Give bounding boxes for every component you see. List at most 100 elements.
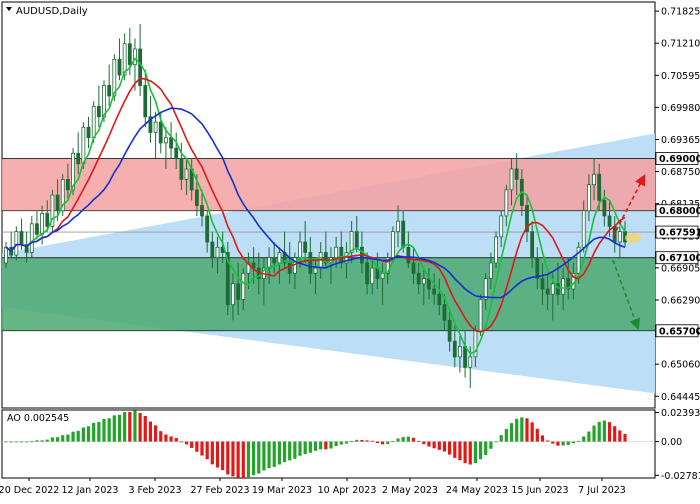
ao-bar-up xyxy=(117,414,122,442)
candle-bear xyxy=(66,179,70,191)
ao-bar-down xyxy=(153,425,158,442)
oscillator-tick-label: 0.023939 xyxy=(661,408,700,419)
ao-bar-up xyxy=(252,441,256,476)
ao-bar-up xyxy=(489,441,493,449)
ao-bar-down xyxy=(138,412,142,442)
candle-bull xyxy=(215,246,220,259)
ao-bar-down xyxy=(607,422,612,442)
x-tick-label: 24 May 2023 xyxy=(446,485,508,496)
candle-bear xyxy=(76,152,81,165)
candle-bull xyxy=(561,278,565,295)
candle-bull xyxy=(488,262,493,279)
candle-bull xyxy=(164,137,168,144)
ao-bar-up xyxy=(14,441,18,443)
ao-bar-down xyxy=(179,441,183,443)
ao-bar-up xyxy=(571,441,576,444)
candle-bear xyxy=(545,288,550,295)
ao-bar-down xyxy=(215,441,220,468)
ao-bar-up xyxy=(19,441,24,443)
x-tick-label: 15 Jun 2023 xyxy=(511,485,568,496)
ao-bar-down xyxy=(556,441,560,446)
ao-bar-up xyxy=(344,441,349,444)
ao-bar-up xyxy=(303,441,307,455)
ao-bar-down xyxy=(525,418,529,442)
x-tick-label: 27 Feb 2023 xyxy=(190,485,249,496)
ao-bar-down xyxy=(375,441,379,444)
ao-bar-down xyxy=(210,441,214,465)
ao-bar-up xyxy=(339,441,343,445)
ao-bar-up xyxy=(272,441,276,467)
ao-bar-down xyxy=(169,436,173,442)
ao-bar-up xyxy=(262,441,266,471)
ao-bar-down xyxy=(148,421,153,442)
ao-bar-up xyxy=(329,441,333,449)
ao-bar-down xyxy=(417,440,421,442)
candle-bull xyxy=(390,231,395,259)
ao-bar-down xyxy=(618,430,622,442)
candle-bull xyxy=(478,299,483,332)
ao-bar-down xyxy=(411,437,416,442)
ao-bar-up xyxy=(45,439,49,442)
candle-bull xyxy=(499,215,504,238)
ao-bar-up xyxy=(25,441,29,443)
ao-bar-down xyxy=(128,412,132,442)
ao-bar-down xyxy=(458,441,462,461)
price-tick-label: 0.69980 xyxy=(661,103,700,114)
x-tick-label: 12 Jan 2023 xyxy=(62,485,119,496)
candle-bull xyxy=(277,252,282,264)
ao-bar-up xyxy=(308,441,312,453)
candle-bull xyxy=(581,210,586,248)
ao-bar-down xyxy=(195,441,199,452)
candle-bear xyxy=(406,246,411,264)
ao-bar-up xyxy=(102,418,106,442)
candle-bear xyxy=(514,168,519,180)
candle-bull xyxy=(91,105,96,139)
candle-bear xyxy=(127,43,132,66)
ao-bar-up xyxy=(401,437,405,442)
ao-bar-down xyxy=(540,435,545,442)
ao-bar-up xyxy=(566,441,570,445)
ao-bar-up xyxy=(55,437,60,442)
ao-bar-up xyxy=(355,439,359,442)
candle-bear xyxy=(308,252,313,274)
candle-bear xyxy=(597,173,602,201)
ao-bar-up xyxy=(267,441,271,469)
ao-bar-up xyxy=(40,440,44,442)
x-tick-label: 19 Mar 2023 xyxy=(252,485,312,496)
ao-bar-up xyxy=(582,436,586,442)
ao-bar-up xyxy=(107,418,111,442)
ao-bar-down xyxy=(221,441,225,471)
chart-title: AUDUSD,Daily xyxy=(16,6,88,17)
candle-bull xyxy=(334,246,339,259)
candle-bear xyxy=(432,288,437,295)
price-tick-label: 0.71825 xyxy=(661,7,700,18)
candle-bear xyxy=(401,220,406,248)
ao-bar-up xyxy=(133,410,137,442)
price-tick-label: 0.70595 xyxy=(661,71,700,82)
candle-bear xyxy=(210,241,215,259)
candle-bull xyxy=(40,212,45,235)
ao-bar-up xyxy=(35,440,39,442)
candle-bull xyxy=(14,231,19,256)
x-tick-label: 10 Apr 2023 xyxy=(318,485,377,496)
ao-bar-up xyxy=(112,415,116,442)
ao-bar-up xyxy=(86,426,91,442)
ao-bar-down xyxy=(164,434,168,442)
ao-bar-up xyxy=(494,441,498,443)
ao-bar-down xyxy=(623,433,627,442)
candle-bear xyxy=(463,346,467,368)
ao-bar-up xyxy=(473,441,478,464)
ao-bar-up xyxy=(391,441,395,442)
ao-bar-down xyxy=(613,426,617,442)
price-tick-label: 0.65060 xyxy=(661,360,700,371)
price-tick-label: 0.69365 xyxy=(661,135,700,146)
ao-bar-down xyxy=(226,441,230,475)
candle-bull xyxy=(102,85,106,118)
price-tick-label: 0.66290 xyxy=(661,295,700,306)
ao-bar-up xyxy=(597,421,601,442)
ao-bar-down xyxy=(380,441,385,445)
candle-bull xyxy=(133,48,137,66)
ao-bar-down xyxy=(453,441,457,458)
ao-bar-up xyxy=(123,412,127,442)
level-label: 0.69000 xyxy=(659,154,700,165)
